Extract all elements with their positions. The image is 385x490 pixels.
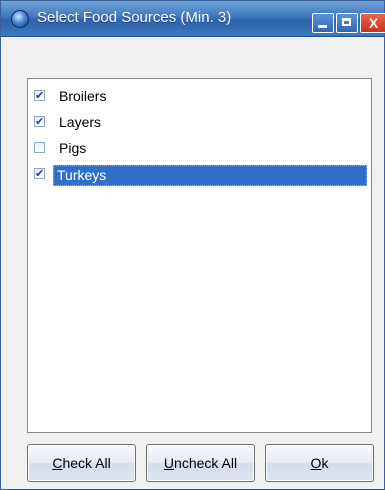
checkbox-layers[interactable]: ✔	[34, 116, 45, 128]
minimize-icon	[318, 25, 327, 28]
list-item-turkeys[interactable]: ✔ Turkeys	[32, 163, 367, 186]
list-item-label: Layers	[59, 114, 102, 130]
list-item-label: Turkeys	[53, 165, 367, 186]
uncheck-all-button[interactable]: Uncheck All	[146, 444, 255, 482]
checkbox-pigs[interactable]	[34, 142, 45, 153]
ok-mnemonic: O	[310, 455, 322, 471]
check-all-mnemonic: C	[52, 455, 63, 471]
food-sources-checklist[interactable]: ✔ Broilers ✔ Layers Pigs ✔ Turkeys	[27, 78, 372, 433]
close-icon: X	[368, 15, 379, 31]
list-item-label: Pigs	[59, 140, 87, 156]
close-button[interactable]: X	[360, 13, 385, 33]
list-item-layers[interactable]: ✔ Layers	[32, 111, 367, 133]
check-all-label: heck All	[62, 455, 111, 471]
minimize-button[interactable]	[312, 13, 334, 33]
uncheck-all-label: ncheck All	[174, 455, 238, 471]
checkbox-turkeys[interactable]: ✔	[34, 168, 45, 180]
title-bar[interactable]: Select Food Sources (Min. 3) X	[1, 1, 385, 37]
list-item-pigs[interactable]: Pigs	[32, 137, 367, 159]
uncheck-all-mnemonic: U	[163, 455, 175, 471]
check-all-button[interactable]: Check All	[27, 444, 136, 482]
window-title: Select Food Sources (Min. 3)	[37, 9, 232, 26]
dialog-window: Select Food Sources (Min. 3) X ✔ Broiler…	[0, 0, 385, 490]
maximize-button[interactable]	[336, 13, 358, 33]
ok-button[interactable]: Ok	[265, 444, 374, 482]
checkbox-broilers[interactable]: ✔	[34, 90, 45, 102]
ok-label: k	[321, 455, 329, 471]
list-item-label: Broilers	[59, 88, 107, 104]
list-item-broilers[interactable]: ✔ Broilers	[32, 85, 367, 107]
maximize-icon	[342, 18, 351, 26]
app-icon	[11, 10, 29, 28]
